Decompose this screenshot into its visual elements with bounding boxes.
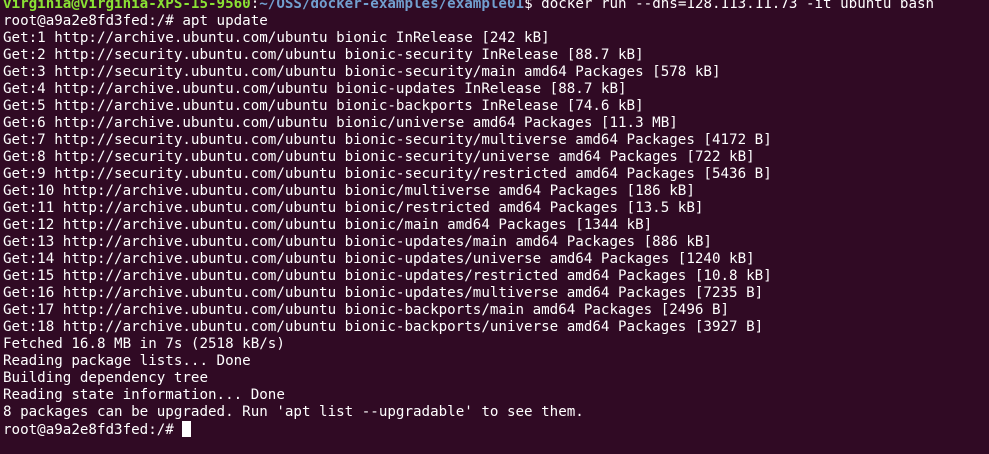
output-line: Get:18 http://archive.ubuntu.com/ubuntu …: [3, 319, 764, 335]
output-line: Get:15 http://archive.ubuntu.com/ubuntu …: [3, 268, 772, 284]
output-line: Get:8 http://security.ubuntu.com/ubuntu …: [3, 149, 755, 165]
terminal-window[interactable]: virginia@virginia-XPS-15-9560:~/OSS/dock…: [0, 0, 989, 450]
output-line: Building dependency tree: [3, 370, 208, 386]
output-line: Get:5 http://archive.ubuntu.com/ubuntu b…: [3, 98, 644, 114]
container-prompt: root@a9a2e8fd3fed:/#: [3, 13, 183, 29]
prompt-colon: :: [250, 0, 260, 12]
output-line: Get:7 http://security.ubuntu.com/ubuntu …: [3, 132, 772, 148]
output-line: Get:12 http://archive.ubuntu.com/ubuntu …: [3, 217, 653, 233]
text-cursor: [182, 421, 192, 437]
output-line: Get:1 http://archive.ubuntu.com/ubuntu b…: [3, 30, 550, 46]
output-line: Get:2 http://security.ubuntu.com/ubuntu …: [3, 47, 644, 63]
docker-run-command: docker run --dns=128.113.11.73 -it ubunt…: [541, 0, 935, 12]
container-prompt-line: root@a9a2e8fd3fed:/# apt update: [3, 13, 989, 30]
output-line: Get:13 http://archive.ubuntu.com/ubuntu …: [3, 234, 712, 250]
output-line: Get:6 http://archive.ubuntu.com/ubuntu b…: [3, 115, 678, 131]
prompt-path: ~/OSS/docker-examples/example01: [259, 0, 525, 12]
final-prompt-line[interactable]: root@a9a2e8fd3fed:/#: [3, 421, 989, 438]
final-prompt: root@a9a2e8fd3fed:/#: [3, 422, 183, 438]
output-line: Get:16 http://archive.ubuntu.com/ubuntu …: [3, 285, 764, 301]
output-line: Reading package lists... Done: [3, 353, 251, 369]
output-line: Get:3 http://security.ubuntu.com/ubuntu …: [3, 64, 721, 80]
output-line: Get:14 http://archive.ubuntu.com/ubuntu …: [3, 251, 755, 267]
host-prompt-line: virginia@virginia-XPS-15-9560:~/OSS/dock…: [3, 0, 989, 13]
output-line: Get:11 http://archive.ubuntu.com/ubuntu …: [3, 200, 704, 216]
prompt-user-host: virginia@virginia-XPS-15-9560: [3, 0, 251, 12]
output-line: Reading state information... Done: [3, 387, 285, 403]
prompt-symbol: $: [524, 0, 542, 12]
output-line: Get:10 http://archive.ubuntu.com/ubuntu …: [3, 183, 695, 199]
apt-update-command: apt update: [182, 13, 268, 29]
output-line: Get:9 http://security.ubuntu.com/ubuntu …: [3, 166, 772, 182]
output-line: 8 packages can be upgraded. Run 'apt lis…: [3, 404, 584, 420]
output-line: Get:17 http://archive.ubuntu.com/ubuntu …: [3, 302, 730, 318]
output-line: Get:4 http://archive.ubuntu.com/ubuntu b…: [3, 81, 627, 97]
output-line: Fetched 16.8 MB in 7s (2518 kB/s): [3, 336, 285, 352]
